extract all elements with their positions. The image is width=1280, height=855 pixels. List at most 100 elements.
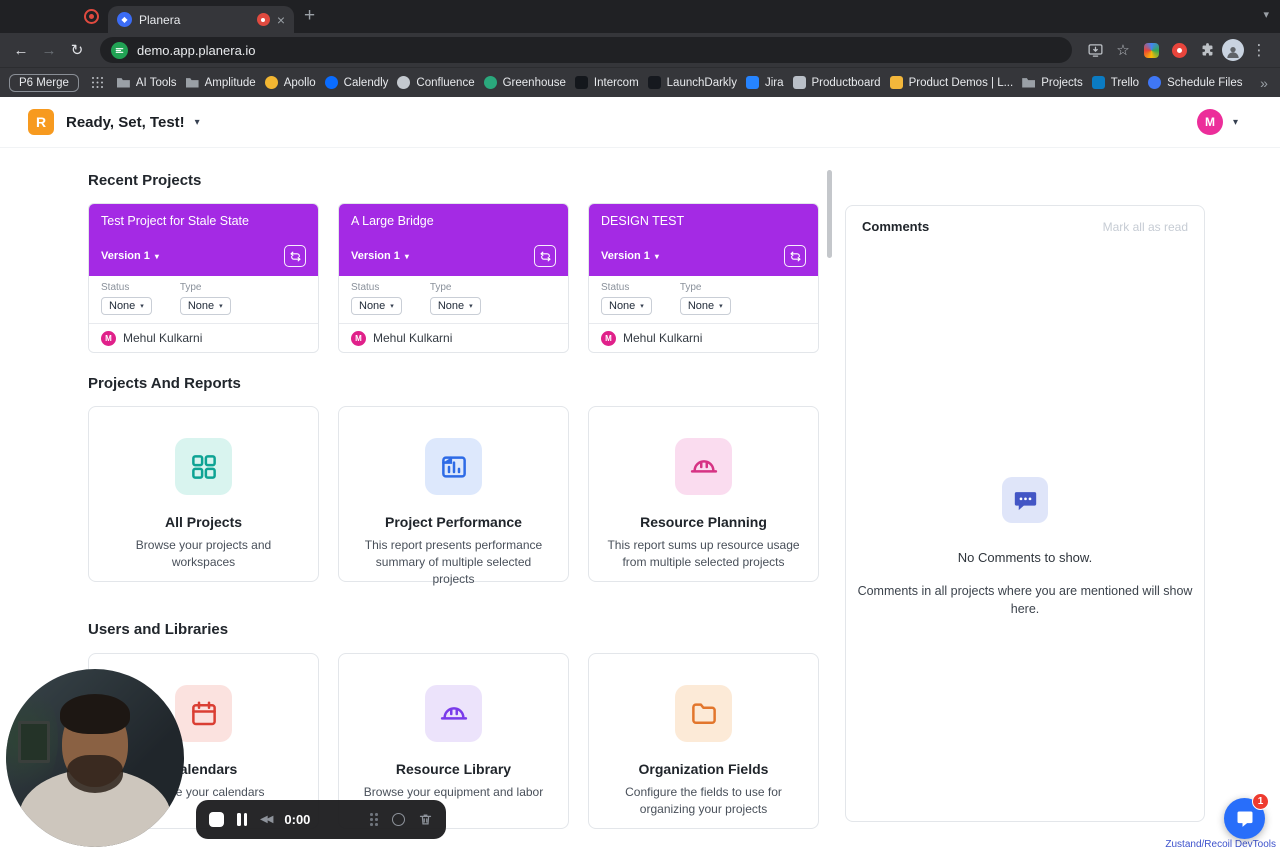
chevron-down-icon: ▾ [219,303,223,310]
comments-title: Comments [862,219,930,234]
bookmarks-overflow-icon[interactable]: » [1248,68,1280,97]
bookmarks-bar: P6 Merge AI Tools Amplitude Apollo Calen… [0,67,1280,97]
back-button[interactable]: ← [8,42,34,59]
bookmark-star-icon[interactable]: ☆ [1110,41,1136,59]
project-card[interactable]: DESIGN TEST Version 1 ▾ Status None ▾ Ty… [588,203,819,353]
forward-button[interactable]: → [36,42,62,59]
new-tab-button[interactable]: + [304,5,315,27]
type-select[interactable]: None ▾ [679,297,731,315]
reload-button[interactable]: ↻ [64,41,90,59]
bookmark-launchdarkly[interactable]: LaunchDarkly [647,76,737,89]
project-card[interactable]: Test Project for Stale State Version 1 ▾… [88,203,319,353]
workflow-button[interactable] [534,245,556,267]
bookmark-greenhouse[interactable]: Greenhouse [483,76,566,89]
bookmark-productboard[interactable]: Productboard [792,76,881,89]
extensions-puzzle-icon[interactable] [1194,42,1220,59]
chevron-down-icon[interactable]: ▾ [1233,117,1238,128]
bookmark-apollo[interactable]: Apollo [264,76,316,89]
tab-strip: ◆ Planera × + ▾ [0,0,1280,33]
bookmark-trello[interactable]: Trello [1091,76,1140,89]
bookmark-schedule-files[interactable]: Schedule Files [1148,76,1243,89]
type-select[interactable]: None ▾ [429,297,481,315]
status-select[interactable]: None ▾ [601,297,652,315]
browser-tab[interactable]: ◆ Planera × [108,6,294,33]
bookmark-product-demos[interactable]: Product Demos | L... [889,76,1013,89]
bookmark-label: Trello [1110,76,1140,89]
status-select[interactable]: None ▾ [351,297,402,315]
apps-grid-icon[interactable] [91,76,104,89]
delete-recording-icon[interactable] [418,812,433,827]
restart-recording-icon[interactable]: ◀◀ [260,814,273,825]
intercom-favicon [574,76,588,89]
scrollbar-thumb[interactable] [827,170,832,258]
project-card[interactable]: A Large Bridge Version 1 ▾ Status None ▾… [338,203,569,353]
card-title: Resource Planning [640,514,767,530]
owner-avatar: M [601,330,616,346]
webcam-person [60,694,130,734]
chevron-down-icon: ▾ [719,303,723,310]
bookmark-label: Greenhouse [502,76,566,89]
chat-bubble-icon [1014,491,1036,510]
workflow-button[interactable] [784,245,806,267]
version-label: Version 1 [101,250,150,262]
calendly-favicon [324,76,338,89]
chevron-down-icon[interactable]: ▾ [195,117,200,128]
tab-group-chip[interactable]: P6 Merge [9,73,79,92]
recording-toolbar: ◀◀ 0:00 [196,800,446,839]
workspace-logo: R [28,109,54,135]
mark-all-read-button[interactable]: Mark all as read [1103,220,1188,234]
folder-icon [185,78,199,88]
devtools-label[interactable]: Zustand/Recoil DevTools [1165,839,1276,850]
chat-bubble-icon [1237,811,1252,827]
extension-red-icon[interactable] [1166,42,1192,58]
extension-blue-icon[interactable] [1138,42,1164,58]
bookmark-projects[interactable]: Projects [1022,76,1083,89]
type-select[interactable]: None ▾ [179,297,231,315]
bookmark-calendly[interactable]: Calendly [324,76,388,89]
tab-search-chevron-icon[interactable]: ▾ [1263,8,1269,21]
card-title: Project Performance [385,514,522,530]
bookmark-ai-tools[interactable]: AI Tools [116,76,177,89]
card-description: Browse your equipment and labor [363,785,544,799]
pause-recording-button[interactable] [237,813,247,826]
version-select[interactable]: Version 1 ▾ [351,250,409,262]
bookmark-label: Projects [1041,76,1083,89]
recording-indicator-icon[interactable] [84,9,99,24]
status-label: Status [601,282,630,293]
user-avatar[interactable]: M [1196,109,1223,135]
resource-planning-card[interactable]: Resource Planning This report sums up re… [588,406,819,582]
chat-launcher-button[interactable]: 1 [1224,793,1269,839]
workflow-button[interactable] [284,245,306,267]
calendar-icon [175,685,232,742]
card-description: This report presents performance summary… [364,538,543,587]
browser-menu-icon[interactable]: ⋮ [1246,41,1272,59]
browser-profile-avatar[interactable] [1222,39,1244,61]
bookmark-label: Amplitude [204,76,256,89]
section-heading-recent-projects: Recent Projects [88,172,202,189]
tab-close-icon[interactable]: × [277,13,285,27]
recording-options-icon[interactable] [392,813,405,826]
version-select[interactable]: Version 1 ▾ [101,250,159,262]
webcam-overlay[interactable] [6,669,184,847]
project-card-header: DESIGN TEST Version 1 ▾ [589,204,818,276]
drag-handle-icon[interactable] [370,813,379,826]
type-label: Type [679,282,702,293]
site-identity-icon[interactable] [111,41,128,59]
organization-fields-card[interactable]: Organization Fields Configure the fields… [588,653,819,829]
stop-recording-button[interactable] [209,812,224,827]
bookmark-jira[interactable]: Jira [745,76,784,89]
bookmark-confluence[interactable]: Confluence [397,76,475,89]
bookmark-intercom[interactable]: Intercom [574,76,639,89]
address-bar[interactable]: demo.app.planera.io [100,37,1072,63]
install-app-icon[interactable] [1082,42,1108,59]
bookmark-amplitude[interactable]: Amplitude [185,76,256,89]
bookmark-label: Jira [764,76,784,89]
version-label: Version 1 [601,250,650,262]
performance-chart-icon [425,438,482,495]
version-select[interactable]: Version 1 ▾ [601,250,659,262]
all-projects-card[interactable]: All Projects Browse your projects and wo… [88,406,319,582]
type-label: Type [429,282,452,293]
status-select[interactable]: None ▾ [101,297,152,315]
card-description: Browse your projects and workspaces [135,538,272,570]
project-performance-card[interactable]: Project Performance This report presents… [338,406,569,586]
